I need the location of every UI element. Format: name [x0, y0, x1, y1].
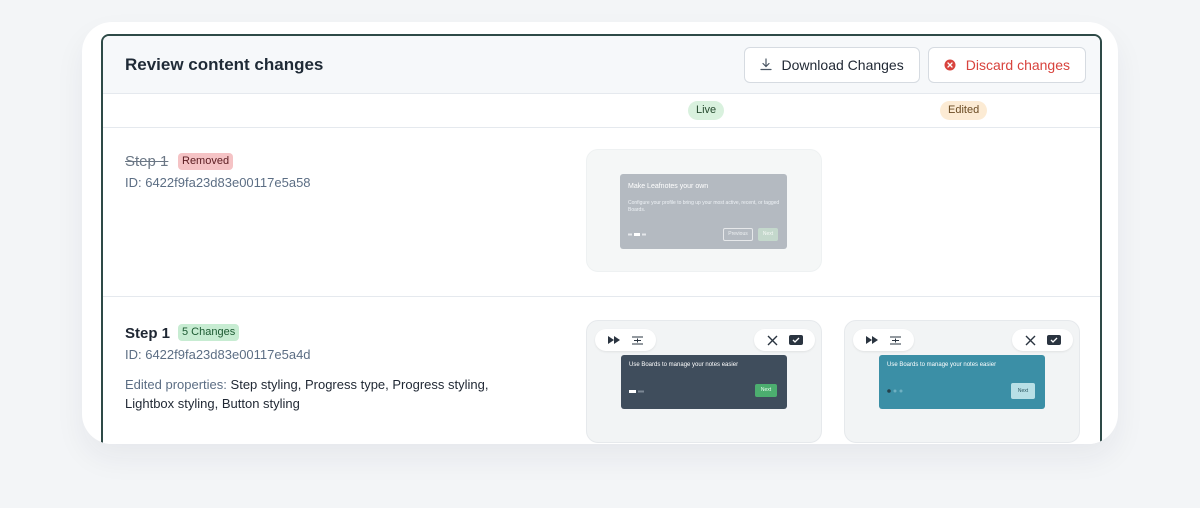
download-changes-label: Download Changes	[781, 56, 904, 73]
preview-toolbar-right	[1012, 329, 1073, 351]
progress-dots	[887, 389, 903, 393]
preview-next-button: Next	[1011, 383, 1035, 399]
align-icon	[632, 336, 643, 345]
panel-header: Review content changes Download Changes …	[103, 36, 1100, 94]
column-headers: Live Edited	[103, 94, 1100, 128]
fast-forward-icon	[866, 336, 878, 344]
download-changes-button[interactable]: Download Changes	[743, 46, 920, 83]
step-title: Step 1	[125, 325, 171, 342]
preview-modal-title: Make Leafnotes your own	[628, 183, 709, 190]
edited-preview[interactable]: Use Boards to manage your notes easier N…	[844, 320, 1080, 443]
preview-modal-title: Use Boards to manage your notes easier	[887, 362, 997, 368]
status-badge-removed: Removed	[178, 153, 234, 170]
live-preview-edited[interactable]: Use Boards to manage your notes easier N…	[586, 320, 822, 443]
status-badge-changes: 5 Changes	[178, 324, 240, 341]
align-icon	[890, 336, 901, 345]
preview-toolbar-left	[853, 329, 914, 351]
live-preview-removed[interactable]: Make Leafnotes your own Configure your p…	[586, 149, 822, 272]
edited-properties: Edited properties: Step styling, Progres…	[125, 375, 515, 413]
page-title: Review content changes	[125, 54, 324, 74]
preview-modal-title: Use Boards to manage your notes easier	[629, 362, 739, 368]
preview-previous-button: Previous	[723, 228, 753, 241]
download-icon	[759, 58, 772, 71]
close-icon	[767, 335, 778, 346]
progress-dots	[628, 233, 646, 236]
preview-toolbar-left	[595, 329, 656, 351]
preview-modal: Make Leafnotes your own Configure your p…	[620, 174, 787, 249]
preview-next-button: Next	[755, 384, 777, 397]
step-title: Step 1	[125, 153, 169, 170]
preview-modal: Use Boards to manage your notes easier N…	[621, 355, 787, 409]
edited-properties-label: Edited properties:	[125, 377, 227, 392]
preview-modal: Use Boards to manage your notes easier N…	[879, 355, 1045, 409]
preview-toolbar-right	[754, 329, 815, 351]
fast-forward-icon	[608, 336, 620, 344]
outer-card: Review content changes Download Changes …	[82, 22, 1118, 444]
review-panel: Review content changes Download Changes …	[101, 34, 1102, 444]
check-icon	[788, 335, 803, 345]
progress-bar	[629, 390, 644, 393]
step-id: ID: 6422f9fa23d83e00117e5a58	[125, 175, 311, 190]
discard-changes-label: Discard changes	[965, 56, 1070, 73]
discard-changes-button[interactable]: Discard changes	[927, 46, 1086, 83]
preview-modal-body: Configure your profile to bring up your …	[628, 200, 780, 213]
check-icon	[1046, 335, 1061, 345]
step-id: ID: 6422f9fa23d83e00117e5a4d	[125, 347, 311, 362]
edited-column-pill: Edited	[940, 101, 988, 120]
live-column-pill: Live	[688, 101, 725, 120]
change-row-removed: Step 1 Removed ID: 6422f9fa23d83e00117e5…	[103, 129, 1100, 297]
close-icon	[1025, 335, 1036, 346]
change-row-edited: Step 1 5 Changes ID: 6422f9fa23d83e00117…	[103, 298, 1100, 444]
preview-next-button: Next	[758, 228, 778, 241]
close-circle-icon	[944, 59, 956, 71]
